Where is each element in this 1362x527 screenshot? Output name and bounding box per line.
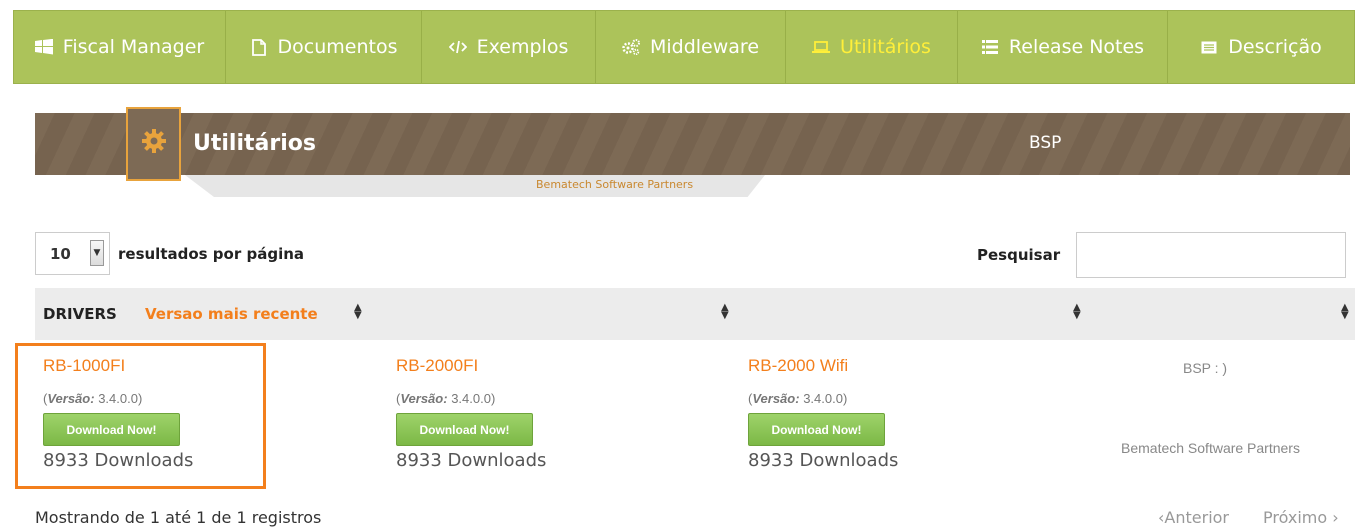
cogs-icon (622, 38, 640, 56)
search-input[interactable] (1076, 232, 1346, 278)
page-title: Utilitários (193, 131, 316, 156)
card-icon (1200, 38, 1218, 56)
page-length-select[interactable]: 10 ▼ (35, 232, 110, 275)
column-header-drivers[interactable]: DRIVERS (43, 288, 117, 340)
nav-item-utilitarios[interactable]: Utilitários (786, 11, 958, 83)
sort-icon[interactable]: ▲ ▼ (354, 303, 362, 321)
product-version: (Versão: 3.4.0.0) (396, 391, 496, 406)
page-length-value: 10 (50, 244, 71, 263)
pagination-next[interactable]: Próximo › (1263, 508, 1339, 527)
nav-item-label: Middleware (649, 36, 760, 58)
product-link[interactable]: RB-2000 Wifi (748, 356, 898, 376)
product-cell: RB-2000 Wifi (Versão: 3.4.0.0) Download … (748, 356, 898, 471)
windows-icon (34, 38, 53, 56)
banner-subtitle: Bematech Software Partners (536, 178, 694, 191)
bsp-title: BSP : ) (1183, 360, 1228, 376)
nav-item-release-notes[interactable]: Release Notes (958, 11, 1168, 83)
nav-item-documentos[interactable]: Documentos (226, 11, 422, 83)
nav-item-middleware[interactable]: Middleware (596, 11, 786, 83)
search-label: Pesquisar (977, 246, 1061, 264)
table-info: Mostrando de 1 até 1 de 1 registros (35, 508, 322, 527)
page-length-label: resultados por página (118, 244, 305, 263)
product-link[interactable]: RB-2000FI (396, 356, 546, 376)
download-count: 8933 Downloads (396, 450, 547, 471)
version-value: 3.4.0.0 (803, 391, 843, 406)
nav-item-label: Utilitários (840, 36, 931, 58)
nav-item-label: Exemplos (476, 36, 569, 58)
nav-item-exemplos[interactable]: Exemplos (422, 11, 596, 83)
caret-down-icon[interactable]: ▼ (90, 240, 104, 266)
gear-icon (141, 128, 167, 158)
bsp-subtitle: Bematech Software Partners (1121, 440, 1300, 456)
nav-item-label: Fiscal Manager (62, 36, 205, 58)
nav-item-fiscal-manager[interactable]: Fiscal Manager (14, 11, 226, 83)
version-label: Versão: (752, 391, 800, 406)
product-version: (Versão: 3.4.0.0) (748, 391, 848, 406)
column-header-recent: Versao mais recente (145, 305, 318, 323)
version-label: Versão: (400, 391, 448, 406)
pagination-next-label: Próximo (1263, 508, 1328, 527)
document-icon (250, 38, 268, 56)
table-header: DRIVERS Versao mais recente ▲ ▼ ▲ ▼ ▲ ▼ ▲ ▼ (35, 288, 1355, 340)
sort-icon[interactable]: ▲ ▼ (1341, 303, 1349, 321)
code-icon (448, 38, 467, 56)
list-icon (981, 38, 999, 56)
chevron-right-icon: › (1332, 508, 1339, 527)
download-count: 8933 Downloads (748, 450, 899, 471)
page-length-control: 10 ▼ resultados por página (35, 232, 304, 275)
banner-icon-frame (126, 107, 181, 181)
laptop-icon (812, 38, 831, 56)
sort-icon[interactable]: ▲ ▼ (721, 303, 729, 321)
top-nav: Fiscal Manager Documentos Exemplos Middl… (13, 10, 1355, 84)
product-cell: RB-2000FI (Versão: 3.4.0.0) Download Now… (396, 356, 546, 471)
page-banner: Utilitários Bematech Software Partners B… (35, 107, 1350, 197)
nav-item-descricao[interactable]: Descrição (1168, 11, 1354, 83)
nav-item-label: Descrição (1228, 36, 1322, 58)
version-value: 3.4.0.0 (451, 391, 491, 406)
pagination-previous-label: Anterior (1164, 508, 1229, 527)
banner-right-label: BSP (1029, 133, 1062, 153)
highlight-box (15, 343, 266, 489)
pagination-previous[interactable]: ‹Anterior (1158, 508, 1229, 527)
nav-item-label: Documentos (277, 36, 398, 58)
download-button[interactable]: Download Now! (748, 413, 885, 446)
download-button[interactable]: Download Now! (396, 413, 533, 446)
sort-icon[interactable]: ▲ ▼ (1073, 303, 1081, 321)
nav-item-label: Release Notes (1008, 36, 1145, 58)
